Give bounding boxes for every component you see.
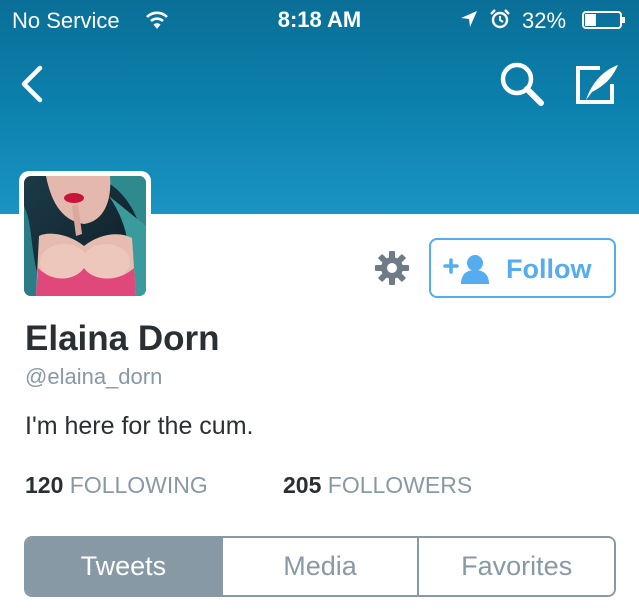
following-count: 120 bbox=[25, 472, 64, 498]
profile-bio: I'm here for the cum. bbox=[25, 412, 254, 440]
following-stat[interactable]: 120 FOLLOWING bbox=[25, 472, 208, 499]
back-button[interactable] bbox=[14, 64, 50, 104]
following-label: FOLLOWING bbox=[69, 472, 208, 498]
followers-label: FOLLOWERS bbox=[327, 472, 473, 498]
settings-button[interactable] bbox=[374, 250, 410, 286]
search-icon bbox=[500, 62, 544, 106]
avatar[interactable] bbox=[19, 171, 151, 301]
tab-media[interactable]: Media bbox=[220, 538, 418, 595]
compose-tweet-icon bbox=[576, 65, 618, 104]
profile-display-name: Elaina Dorn bbox=[25, 319, 220, 358]
follow-button[interactable]: Follow bbox=[429, 238, 616, 298]
profile-photo bbox=[24, 176, 146, 296]
tab-favorites[interactable]: Favorites bbox=[417, 538, 614, 595]
followers-count: 205 bbox=[283, 472, 322, 498]
tab-tweets[interactable]: Tweets bbox=[26, 538, 221, 595]
status-bar: No Service 8:18 AM 32% bbox=[0, 0, 639, 40]
search-button[interactable] bbox=[498, 60, 546, 108]
followers-stat[interactable]: 205 FOLLOWERS bbox=[283, 472, 472, 499]
profile-tabs: Tweets Media Favorites bbox=[24, 536, 616, 597]
battery-percent: 32% bbox=[522, 8, 567, 33]
profile-handle: @elaina_dorn bbox=[25, 364, 163, 389]
alarm-icon bbox=[490, 9, 510, 29]
battery-icon bbox=[582, 11, 625, 29]
back-chevron-icon bbox=[21, 65, 43, 103]
location-arrow-icon bbox=[461, 11, 477, 27]
follow-button-label: Follow bbox=[506, 254, 592, 284]
compose-tweet-button[interactable] bbox=[574, 62, 620, 106]
gear-icon bbox=[375, 251, 409, 285]
add-user-icon bbox=[443, 255, 489, 284]
